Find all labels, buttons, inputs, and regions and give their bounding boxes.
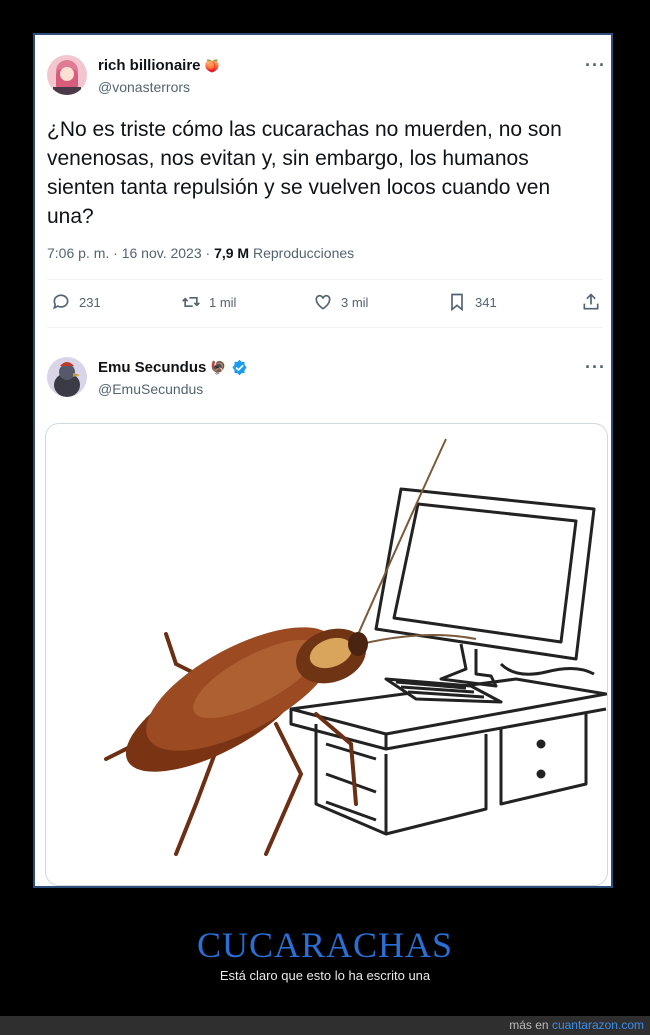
reply-count: 231 — [79, 294, 101, 310]
reply-button[interactable]: 231 — [51, 292, 101, 312]
retweet-icon — [182, 297, 200, 307]
footer-prefix: más en — [509, 1018, 549, 1032]
divider — [47, 327, 603, 328]
tweet-actions: 231 1 mil 3 mil 341 — [47, 292, 603, 316]
site-link[interactable]: cuantarazon.com — [552, 1018, 644, 1032]
tweet-meta: 7:06 p. m. · 16 nov. 2023 · 7,9 M Reprod… — [47, 245, 354, 261]
share-button[interactable] — [581, 292, 601, 312]
retweet-count: 1 mil — [209, 294, 237, 310]
avatar-rich-billionaire[interactable] — [47, 55, 87, 95]
cockroach-computer-image — [104, 438, 607, 856]
more-icon[interactable]: ··· — [585, 357, 606, 378]
caption-subtitle: Está claro que esto lo ha escrito una — [219, 968, 431, 983]
like-icon — [315, 294, 331, 310]
retweet-button[interactable]: 1 mil — [181, 292, 236, 312]
user-handle[interactable]: @EmuSecundus — [98, 381, 203, 397]
user-handle[interactable]: @vonasterrors — [98, 79, 190, 95]
bookmark-count: 341 — [475, 294, 497, 310]
reply-icon — [53, 294, 69, 310]
display-name[interactable]: rich billionaire 🍑 — [98, 57, 220, 74]
views-count: 7,9 M — [214, 245, 250, 261]
views-label: Reproducciones — [252, 245, 355, 261]
tweet-image[interactable] — [45, 423, 608, 886]
divider — [47, 279, 603, 280]
site-footer: más en cuantarazon.com — [0, 1016, 650, 1035]
like-count: 3 mil — [341, 294, 369, 310]
bookmark-icon — [451, 293, 463, 312]
tweet-timestamp[interactable]: 7:06 p. m. · 16 nov. 2023 · — [47, 245, 210, 261]
verified-icon — [231, 359, 247, 376]
tweet-text: ¿No es triste cómo las cucarachas no mue… — [47, 118, 562, 228]
share-icon — [583, 293, 599, 310]
caption-title: CUCARACHAS — [196, 925, 454, 965]
avatar-emu-secundus[interactable] — [47, 357, 87, 397]
tweet-card: rich billionaire 🍑 @vonasterrors ··· ¿No… — [33, 33, 613, 888]
display-name[interactable]: Emu Secundus 🦃 — [98, 359, 248, 376]
bookmark-button[interactable]: 341 — [447, 292, 497, 312]
more-icon[interactable]: ··· — [585, 55, 606, 76]
like-button[interactable]: 3 mil — [313, 292, 368, 312]
